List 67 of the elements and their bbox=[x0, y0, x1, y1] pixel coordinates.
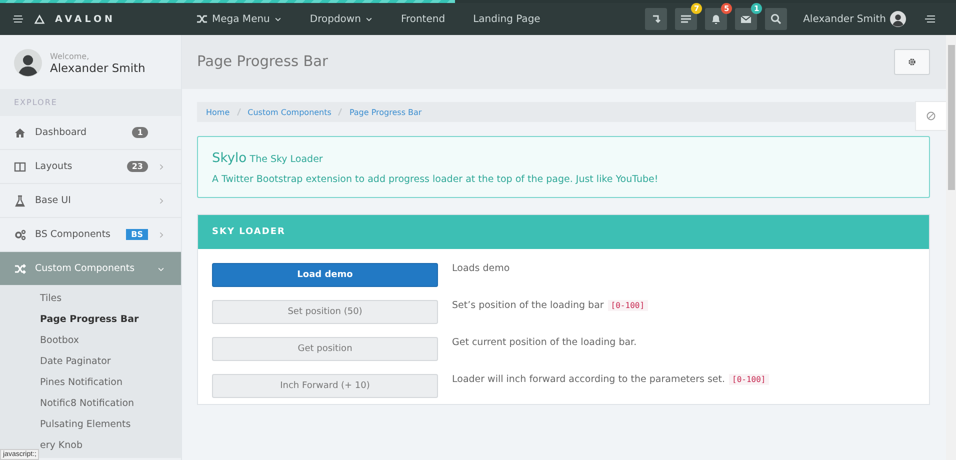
avatar bbox=[890, 11, 906, 27]
breadcrumb-separator-icon bbox=[236, 108, 241, 116]
submenu-item[interactable]: Page Progress Bar bbox=[40, 309, 139, 330]
sidebar-item[interactable]: Layouts 23 bbox=[0, 150, 181, 184]
submenu-item[interactable]: Pines Notification bbox=[40, 372, 123, 393]
submenu-item[interactable]: Pulsating Elements bbox=[40, 414, 131, 435]
page-title: Page Progress Bar bbox=[197, 54, 328, 70]
welcome-text: Welcome, bbox=[50, 52, 90, 60]
count-badge: BS bbox=[126, 229, 148, 240]
scrollbar[interactable] bbox=[946, 35, 956, 460]
sidebar-item[interactable]: Base UI bbox=[0, 184, 181, 218]
return-arrow-icon bbox=[650, 13, 662, 25]
menu-icon bbox=[12, 13, 24, 25]
menu-icon bbox=[924, 13, 936, 25]
description-text: Set’s position of the loading bar [0-100] bbox=[452, 300, 648, 324]
breadcrumb-separator-icon bbox=[338, 108, 342, 116]
columns-icon bbox=[14, 160, 26, 172]
avatar bbox=[14, 49, 42, 77]
submenu-item[interactable]: Tiles bbox=[40, 288, 62, 309]
action-button[interactable]: Get position bbox=[212, 337, 438, 361]
submenu-item[interactable]: Date Paginator bbox=[40, 351, 111, 372]
action-button[interactable]: Load demo bbox=[212, 263, 438, 287]
action-button[interactable]: Inch Forward (+ 10) bbox=[212, 374, 438, 398]
triangle-logo-icon bbox=[34, 14, 45, 24]
breadcrumb-link[interactable]: Custom Components bbox=[248, 108, 332, 116]
user-name: Alexander Smith bbox=[50, 60, 146, 74]
code-snippet: [0-100] bbox=[608, 300, 648, 311]
bell-icon bbox=[710, 13, 722, 25]
nav-menu-item[interactable]: Mega Menu bbox=[196, 13, 282, 25]
brand-name: AVALON bbox=[55, 14, 116, 24]
breadcrumb-link[interactable]: Page Progress Bar bbox=[349, 108, 422, 116]
description-text: Loader will inch forward according to the parameters set. [0-100] bbox=[452, 374, 769, 398]
action-button[interactable]: Set position (50) bbox=[212, 300, 438, 324]
panel-title: SKY LOADER bbox=[212, 227, 286, 237]
nav-menu-item[interactable]: Dropdown bbox=[310, 13, 373, 25]
submenu-item[interactable]: Bootbox bbox=[40, 330, 80, 351]
section-heading: EXPLORE bbox=[0, 89, 181, 116]
home-icon bbox=[14, 126, 26, 138]
count-badge: 23 bbox=[126, 161, 148, 172]
submenu-item[interactable]: Notific8 Notification bbox=[40, 393, 134, 414]
submenu-item[interactable]: ery Knob bbox=[40, 435, 82, 456]
shuffle-icon bbox=[196, 13, 208, 25]
toolbar-button[interactable] bbox=[645, 8, 668, 30]
nav-menu-item[interactable]: Frontend bbox=[400, 13, 446, 25]
alert-text: A Twitter Bootstrap extension to add progress loader at the top of the page. Just like YouTube! bbox=[212, 174, 660, 185]
flask-icon bbox=[14, 194, 26, 206]
count-badge: 1 bbox=[132, 127, 148, 138]
shuffle-icon bbox=[14, 262, 26, 274]
description-text: Loads demo bbox=[452, 263, 510, 276]
user-name[interactable]: Alexander Smith bbox=[803, 14, 886, 24]
nav-menu-item[interactable]: Landing Page bbox=[473, 13, 540, 25]
alert-subtitle: The Sky Loader bbox=[250, 154, 323, 165]
gears-icon bbox=[14, 228, 26, 240]
list-icon bbox=[680, 13, 692, 25]
caret-icon bbox=[364, 15, 373, 23]
sidebar-item[interactable]: Custom Components bbox=[0, 252, 181, 286]
mail-icon bbox=[740, 13, 752, 25]
sidebar-item[interactable]: Dashboard 1 bbox=[0, 116, 181, 150]
description-text: Get current position of the loading bar. bbox=[452, 337, 637, 350]
breadcrumb-link[interactable]: Home bbox=[206, 108, 230, 116]
caret-icon bbox=[274, 15, 282, 23]
search-icon bbox=[770, 13, 782, 25]
settings-button[interactable] bbox=[894, 49, 930, 75]
settings-icon bbox=[907, 57, 917, 67]
toolbar-button[interactable] bbox=[765, 8, 788, 30]
code-snippet: [0-100] bbox=[729, 374, 769, 385]
alert-title: Skylo bbox=[212, 151, 247, 166]
